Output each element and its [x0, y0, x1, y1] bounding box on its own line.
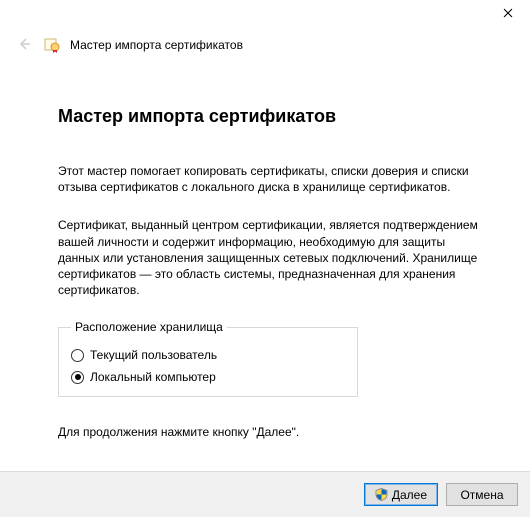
- back-button[interactable]: [14, 35, 34, 55]
- storage-location-group: Расположение хранилища Текущий пользоват…: [58, 320, 358, 397]
- wizard-content: Мастер импорта сертификатов Этот мастер …: [0, 58, 530, 439]
- back-arrow-icon: [16, 36, 32, 55]
- titlebar: [0, 0, 530, 30]
- intro-text: Этот мастер помогает копировать сертифик…: [58, 163, 482, 195]
- next-button-label: Далее: [392, 488, 427, 502]
- certificate-icon: [44, 37, 60, 53]
- radio-local-computer[interactable]: Локальный компьютер: [71, 370, 345, 384]
- close-button[interactable]: [486, 0, 530, 28]
- page-heading: Мастер импорта сертификатов: [58, 106, 482, 127]
- radio-current-user[interactable]: Текущий пользователь: [71, 348, 345, 362]
- radio-label: Локальный компьютер: [90, 370, 216, 384]
- wizard-footer: Далее Отмена: [0, 471, 530, 517]
- next-button[interactable]: Далее: [364, 483, 438, 506]
- wizard-title: Мастер импорта сертификатов: [70, 38, 243, 52]
- close-icon: [503, 7, 513, 21]
- continue-note: Для продолжения нажмите кнопку "Далее".: [58, 425, 482, 439]
- description-text: Сертификат, выданный центром сертификаци…: [58, 217, 482, 298]
- cancel-button[interactable]: Отмена: [446, 483, 518, 506]
- wizard-header: Мастер импорта сертификатов: [0, 30, 530, 58]
- cancel-button-label: Отмена: [460, 488, 503, 502]
- storage-location-legend: Расположение хранилища: [71, 320, 227, 334]
- radio-label: Текущий пользователь: [90, 348, 217, 362]
- radio-icon: [71, 349, 84, 362]
- radio-icon: [71, 371, 84, 384]
- uac-shield-icon: [375, 488, 388, 501]
